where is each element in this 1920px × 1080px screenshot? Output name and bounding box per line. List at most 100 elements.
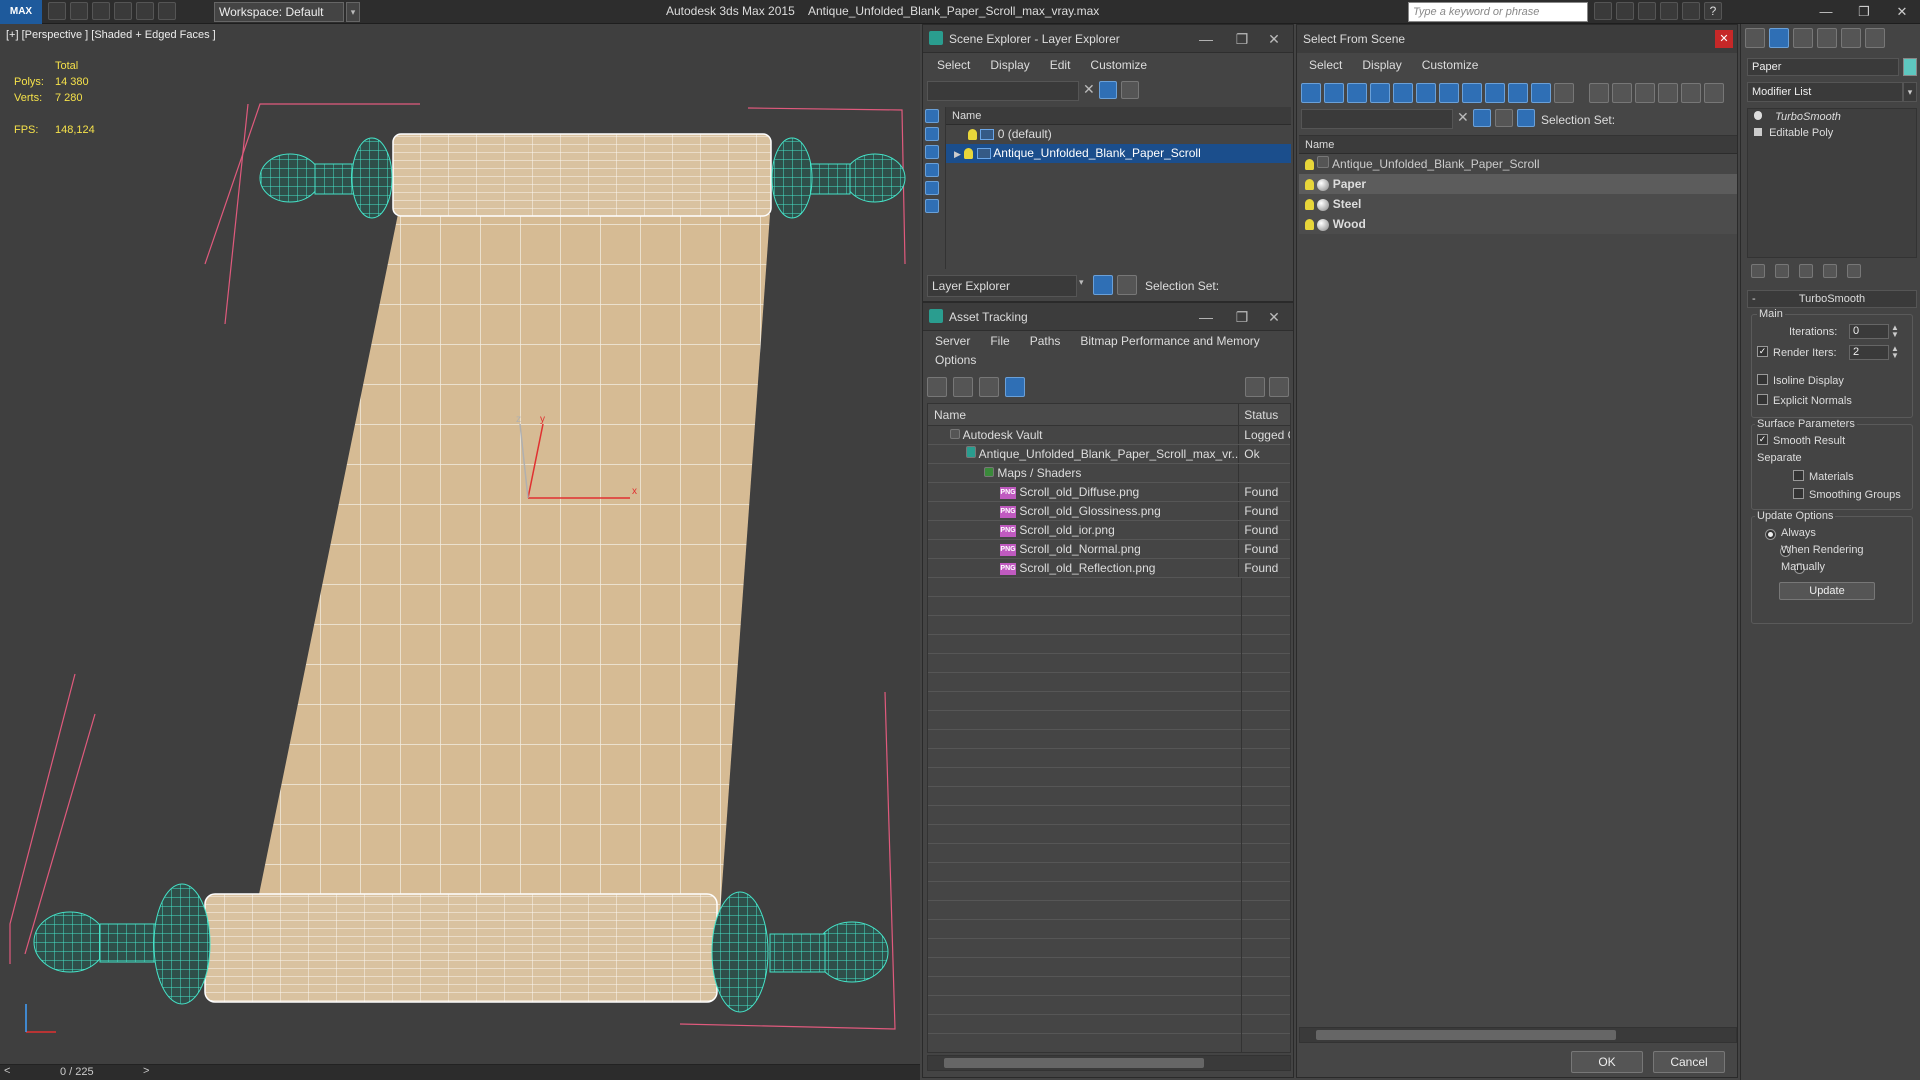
layers-icon[interactable] <box>1495 109 1513 127</box>
close-button[interactable]: ✕ <box>1884 0 1920 24</box>
scrollbar-thumb[interactable] <box>1316 1030 1616 1040</box>
col-status[interactable]: Status <box>1239 404 1290 425</box>
scene-explorer-titlebar[interactable]: Scene Explorer - Layer Explorer — ❐ ✕ <box>923 25 1293 53</box>
menu-select[interactable]: Select <box>927 53 980 77</box>
clear-search-icon[interactable]: ✕ <box>1457 109 1469 126</box>
pin-stack-icon[interactable] <box>1751 264 1765 278</box>
help-icon[interactable]: ? <box>1704 2 1722 20</box>
open-file-icon[interactable] <box>70 2 88 20</box>
display-helpers-icon[interactable] <box>925 181 939 195</box>
layer-toggle-icon[interactable] <box>1121 81 1139 99</box>
minimize-button[interactable]: — <box>1808 0 1844 24</box>
lightbulb-icon[interactable] <box>1754 111 1762 120</box>
explicit-normals-checkbox[interactable] <box>1757 394 1768 405</box>
time-next-button[interactable]: > <box>143 1065 149 1077</box>
table-row[interactable]: Autodesk Vault Logged O <box>928 426 1290 445</box>
refresh-icon[interactable] <box>927 377 947 397</box>
object-name-field[interactable]: Paper <box>1747 58 1899 76</box>
search-input[interactable]: Type a keyword or phrase <box>1408 2 1588 22</box>
layer-row[interactable]: 0 (default) <box>946 125 1291 144</box>
ok-button[interactable]: OK <box>1571 1051 1643 1073</box>
key-icon[interactable] <box>1616 2 1634 20</box>
minimize-button[interactable]: — <box>1191 303 1221 331</box>
object-color-swatch[interactable] <box>1903 58 1917 76</box>
table-row[interactable]: PNG Scroll_old_ior.png Found <box>928 521 1290 540</box>
close-button[interactable]: ✕ <box>1715 30 1733 48</box>
time-prev-button[interactable]: < <box>4 1065 10 1077</box>
remove-modifier-icon[interactable] <box>1823 264 1837 278</box>
utilities-tab-icon[interactable] <box>1865 28 1885 48</box>
materials-checkbox[interactable] <box>1793 470 1804 481</box>
binoculars-icon[interactable] <box>1594 2 1612 20</box>
table-row[interactable]: PNG Scroll_old_Diffuse.png Found <box>928 483 1290 502</box>
display-geometry-icon[interactable] <box>925 109 939 123</box>
sort-icon[interactable] <box>1681 83 1701 103</box>
star-icon[interactable] <box>1660 2 1678 20</box>
menu-paths[interactable]: Paths <box>1020 331 1071 351</box>
select-from-scene-titlebar[interactable]: Select From Scene ✕ <box>1297 25 1737 53</box>
redo-icon[interactable] <box>136 2 154 20</box>
app-logo[interactable]: MAX <box>0 0 42 24</box>
update-button[interactable]: Update <box>1779 582 1875 600</box>
settings-icon[interactable] <box>1269 377 1289 397</box>
top-roll[interactable] <box>392 133 772 217</box>
lightbulb-icon[interactable] <box>1305 179 1314 191</box>
help-icon[interactable] <box>1245 377 1265 397</box>
update-always-radio[interactable] <box>1765 529 1776 541</box>
select-invert-icon[interactable] <box>1635 83 1655 103</box>
object-list-name-column[interactable]: Name <box>1299 136 1737 154</box>
close-button[interactable]: ✕ <box>1259 303 1289 331</box>
make-unique-icon[interactable] <box>1799 264 1813 278</box>
layer-explorer-icon[interactable] <box>1093 275 1113 295</box>
show-end-result-icon[interactable] <box>1775 264 1789 278</box>
thumbnail-view-icon[interactable] <box>979 377 999 397</box>
create-tab-icon[interactable] <box>1745 28 1765 48</box>
menu-display[interactable]: Display <box>1352 53 1411 77</box>
filter-groups-icon[interactable] <box>1439 83 1459 103</box>
chevron-down-icon[interactable]: ▾ <box>346 2 360 22</box>
menu-server[interactable]: Server <box>925 331 980 351</box>
scrollbar-thumb[interactable] <box>944 1058 1204 1068</box>
modifier-list-dropdown[interactable]: Modifier List <box>1747 82 1903 102</box>
smoothing-groups-checkbox[interactable] <box>1793 488 1804 499</box>
lightbulb-icon[interactable] <box>1305 199 1314 211</box>
new-file-icon[interactable] <box>48 2 66 20</box>
undo-icon[interactable] <box>114 2 132 20</box>
scene-search-input[interactable] <box>927 81 1079 101</box>
project-folder-icon[interactable] <box>158 2 176 20</box>
menu-display[interactable]: Display <box>980 53 1039 77</box>
workspace-dropdown[interactable]: Workspace: Default <box>214 2 344 22</box>
filter-containers-icon[interactable] <box>1508 83 1528 103</box>
turbosmooth-rollout-header[interactable]: - TurboSmooth <box>1747 290 1917 308</box>
iterations-spinner[interactable]: 0 <box>1849 324 1889 339</box>
object-row[interactable]: Wood <box>1299 214 1737 234</box>
spinner-arrows-icon[interactable]: ▲ ▼ <box>1891 345 1899 360</box>
menu-options[interactable]: Options <box>925 351 986 369</box>
table-row[interactable]: PNG Scroll_old_Glossiness.png Found <box>928 502 1290 521</box>
save-file-icon[interactable] <box>92 2 110 20</box>
scene-search-input[interactable] <box>1301 109 1453 129</box>
hierarchy-tab-icon[interactable] <box>1793 28 1813 48</box>
object-row[interactable]: Paper <box>1299 174 1737 194</box>
hierarchy-icon[interactable] <box>1117 275 1137 295</box>
filter-spacewarps-icon[interactable] <box>1416 83 1436 103</box>
maximize-button[interactable]: ❐ <box>1846 0 1882 24</box>
display-spacewarps-icon[interactable] <box>925 199 939 213</box>
explorer-type-dropdown[interactable]: Layer Explorer <box>927 275 1077 297</box>
menu-select[interactable]: Select <box>1299 53 1352 77</box>
paper-sheet[interactable] <box>255 214 770 914</box>
filter-lights-icon[interactable] <box>1347 83 1367 103</box>
isoline-display-checkbox[interactable] <box>1757 374 1768 385</box>
table-row[interactable]: PNG Scroll_old_Normal.png Found <box>928 540 1290 559</box>
lightbulb-icon[interactable] <box>964 148 974 160</box>
menu-customize[interactable]: Customize <box>1080 53 1157 77</box>
table-row[interactable]: PNG Scroll_old_Reflection.png Found <box>928 559 1290 578</box>
menu-bitmap-performance[interactable]: Bitmap Performance and Memory <box>1070 331 1269 351</box>
asset-tracking-titlebar[interactable]: Asset Tracking — ❐ ✕ <box>923 303 1293 331</box>
close-button[interactable]: ✕ <box>1259 25 1289 53</box>
filter-frozen-icon[interactable] <box>1531 83 1551 103</box>
clear-search-icon[interactable]: ✕ <box>1083 81 1095 98</box>
horizontal-scrollbar[interactable] <box>927 1055 1291 1071</box>
layer-tree-name-column[interactable]: Name <box>946 107 1291 125</box>
select-none-icon[interactable] <box>1612 83 1632 103</box>
